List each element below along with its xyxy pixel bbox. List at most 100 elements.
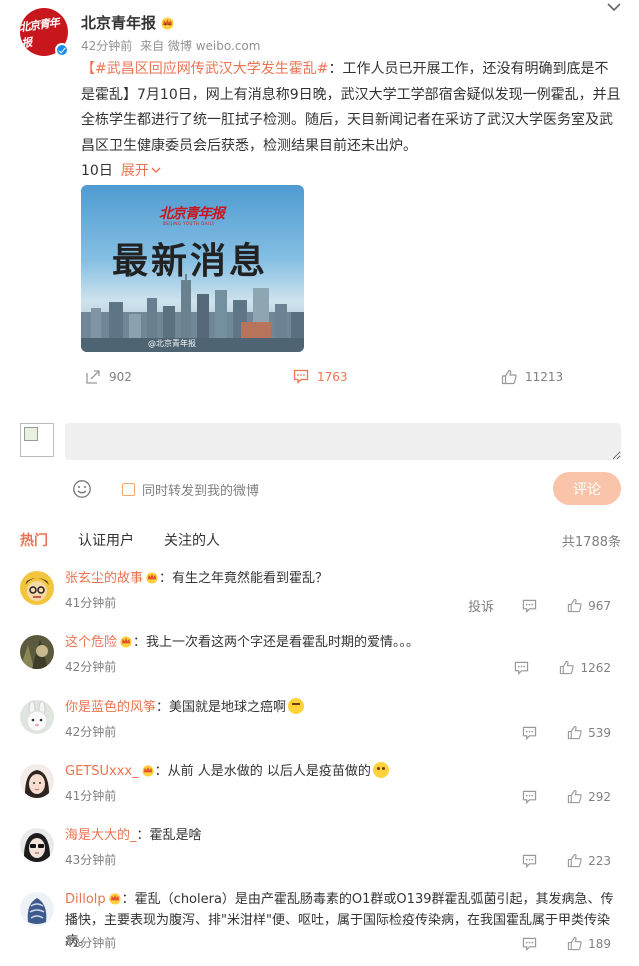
like-button[interactable]: 11213 [501,369,563,385]
author-name[interactable]: 北京青年报 [81,14,156,32]
comment-content: ：有生之年竟然能看到霍乱？ [159,571,329,586]
author-name-row: 北京青年报 [81,12,175,33]
comment-total: 共1788条 [561,535,621,550]
like-count: 11213 [525,370,564,384]
comment-like-button[interactable]: 223 [567,853,611,868]
smile-emoji-icon [372,762,389,778]
post-action-bar: 902 1763 11213 [20,369,620,391]
emoji-picker-icon[interactable] [72,479,92,499]
comment-content: ：从前 人是水做的 以后人是疫苗做的 [154,764,371,779]
reply-button[interactable] [522,937,537,951]
commenter-avatar[interactable] [20,892,54,926]
comment-icon [515,661,529,675]
comment-text: GETSUxxx_ ：从前 人是水做的 以后人是疫苗做的 [65,761,621,782]
post-meta: 42分钟前 来自 微博 weibo.com [81,37,264,54]
comment-actions: 1262 [514,660,611,675]
vip-crown-icon [109,893,121,905]
comment-time: 42分钟前 [65,725,117,739]
comment-text: 这个危险 ：我上一次看这两个字还是看霍乱时期的爱情。。。 [65,632,621,653]
expand-link[interactable]: 展开 [121,163,161,179]
commenter-avatar[interactable] [20,635,54,669]
comment-time: 41分钟前 [65,789,117,803]
repost-button[interactable]: 902 [85,369,132,385]
comment-icon [522,790,537,804]
commenter-avatar[interactable] [20,571,54,605]
topic-link[interactable]: 【#武昌区回应网传武汉大学发生霍乱# [81,61,328,77]
comment-text: 张玄尘的故事 ：有生之年竟然能看到霍乱？ [65,568,621,589]
thumbs-up-icon [501,369,517,385]
commenter-avatar[interactable] [20,764,54,798]
comment-like-count: 189 [588,936,611,951]
commenter-name[interactable]: Dillolp [65,892,106,907]
comment-text: 你是蓝色的风筝：美国就是地球之癌啊 [65,697,621,718]
tab-hot[interactable]: 热门 [20,530,48,550]
reply-button[interactable] [522,854,537,868]
report-button[interactable]: 投诉 [468,596,494,615]
image-logo-sub: BEIJING YOUTH DAILY [163,221,215,226]
commenter-avatar[interactable] [20,700,54,734]
thumbs-up-icon [567,598,582,613]
vip-crown-icon [146,572,158,584]
reply-button[interactable] [522,599,537,613]
reply-button[interactable] [522,790,537,804]
post-source: 来自 微博 weibo.com [140,39,261,53]
my-avatar[interactable] [20,423,54,457]
comment-count: 1763 [317,369,348,384]
comment-icon [293,369,309,384]
post-image[interactable]: 北京青年报 BEIJING YOUTH DAILY 最新消息 @北京青年报 [81,185,304,352]
comment-input[interactable] [65,423,621,460]
comment-time: 42分钟前 [65,936,117,950]
comment-actions: 223 [522,853,611,868]
comment-time: 41分钟前 [65,596,117,610]
thumbs-up-icon [567,853,582,868]
comment-icon [522,854,537,868]
comment-content: ：我上一次看这两个字还是看霍乱时期的爱情。。。 [133,635,420,650]
comment-icon [522,937,537,951]
post-time[interactable]: 42分钟前 [81,39,132,53]
comment-icon [522,726,537,740]
repost-count: 902 [109,370,132,384]
submit-comment-button[interactable]: 评论 [553,472,621,505]
commenter-name[interactable]: 这个危险 [65,635,117,650]
collapse-chevron-icon[interactable] [607,2,621,14]
commenter-name[interactable]: GETSUxxx_ [65,764,139,779]
thumbs-up-icon [567,725,582,740]
comment-time: 42分钟前 [65,660,117,674]
also-repost-checkbox[interactable]: 同时转发到我的微博 [122,480,259,499]
comment-like-count: 539 [588,725,611,740]
post-date: 10日 [81,163,113,180]
checkbox-box [122,483,135,496]
comment-filter-tabs: 热门 认证用户 关注的人 共1788条 [20,530,621,550]
crying-emoji-icon [288,698,305,714]
reply-button[interactable] [522,726,537,740]
comment-like-count: 223 [588,853,611,868]
commenter-name[interactable]: 你是蓝色的风筝 [65,700,156,715]
comment-actions: 投诉 967 [468,596,611,616]
comment-like-button[interactable]: 189 [567,936,611,951]
tab-following[interactable]: 关注的人 [164,530,220,550]
expand-label: 展开 [120,163,149,180]
comment-like-button[interactable]: 292 [567,789,611,804]
also-repost-label: 同时转发到我的微博 [142,484,260,499]
commenter-name[interactable]: 张玄尘的故事 [65,571,143,586]
verified-badge-icon [55,43,69,57]
thumbs-up-icon [560,660,575,675]
commenter-avatar[interactable] [20,828,54,862]
commenter-name[interactable]: 海是大大的_ [65,828,137,843]
comment-content: ：霍乱是啥 [136,828,202,843]
image-watermark: @北京青年报 [148,339,196,348]
comment-like-button[interactable]: 1262 [559,660,611,675]
vip-crown-icon [161,17,174,30]
comment-like-count: 967 [588,598,611,613]
comment-like-button[interactable]: 967 [567,598,611,613]
thumbs-up-icon [567,789,582,804]
comment-time: 43分钟前 [65,853,117,867]
thumbs-up-icon [567,936,582,951]
comment-button[interactable]: 1763 [293,369,348,384]
comment-like-count: 292 [588,789,611,804]
reply-button[interactable] [514,661,529,675]
comment-content: ：美国就是地球之癌啊 [156,700,287,715]
comment-like-button[interactable]: 539 [567,725,611,740]
post-text: 【#武昌区回应网传武汉大学发生霍乱#：工作人员已开展工作，还没有明确到底是不是霍… [81,57,621,185]
tab-verified-users[interactable]: 认证用户 [78,530,134,550]
